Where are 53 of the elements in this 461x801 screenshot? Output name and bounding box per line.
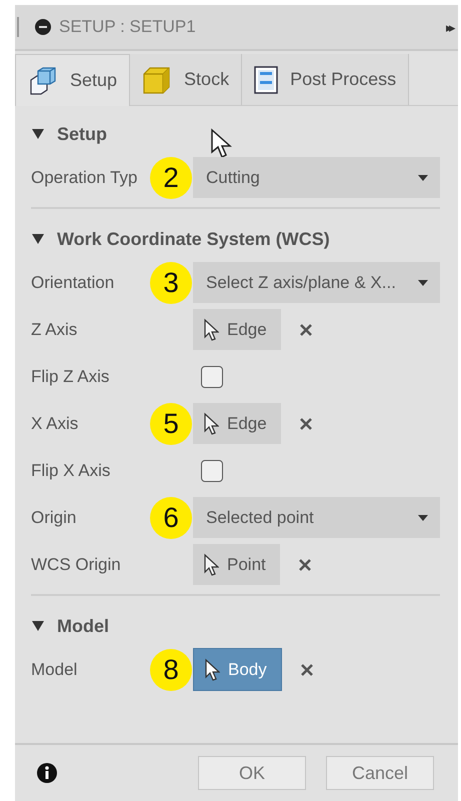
- field-label: Flip Z Axis: [31, 366, 110, 386]
- number-badge: 6: [150, 497, 192, 539]
- tab[interactable]: Setup: [15, 54, 130, 106]
- field-label: Model: [31, 660, 78, 680]
- field-label: Z Axis: [31, 320, 78, 340]
- pointer-icon: [203, 412, 219, 436]
- clear-icon[interactable]: [298, 416, 313, 430]
- gcode-icon: [254, 66, 278, 94]
- section-title: Model: [57, 616, 109, 636]
- section-title: Setup: [57, 124, 108, 144]
- selection-button[interactable]: Edge: [193, 403, 281, 444]
- cube-icon: [142, 64, 172, 94]
- tab[interactable]: Post Process: [242, 54, 410, 105]
- cubes-icon: [28, 66, 58, 96]
- selection-button[interactable]: Edge: [193, 309, 281, 350]
- expand-button[interactable]: ▸▸: [446, 20, 452, 34]
- checkbox[interactable]: [201, 366, 223, 388]
- field-label: Operation Typ: [31, 168, 138, 188]
- ok-button[interactable]: OK: [198, 756, 306, 790]
- clear-icon[interactable]: [298, 322, 313, 336]
- cancel-button[interactable]: Cancel: [326, 756, 434, 790]
- field-label: X Axis: [31, 414, 78, 434]
- tab[interactable]: Stock: [130, 54, 242, 105]
- window-title: SETUP : SETUP1: [59, 17, 197, 37]
- caret-icon: [418, 174, 428, 180]
- number-badge: 3: [150, 262, 192, 304]
- pointer-icon: [203, 318, 219, 342]
- dropdown[interactable]: Selected point: [193, 497, 440, 538]
- selection-button[interactable]: Point: [193, 544, 280, 585]
- collapse-triangle-icon[interactable]: [31, 620, 45, 632]
- clear-icon[interactable]: [300, 662, 314, 676]
- field-label: Orientation: [31, 272, 114, 292]
- section-title: Work Coordinate System (WCS): [57, 228, 330, 250]
- collapse-triangle-icon[interactable]: [31, 128, 45, 140]
- field-label: Flip X Axis: [31, 460, 110, 480]
- pointer-icon: [204, 658, 220, 682]
- info-icon[interactable]: [37, 763, 57, 783]
- dropdown[interactable]: Select Z axis/plane & X...: [193, 262, 440, 303]
- mouse-pointer-icon: [210, 128, 234, 160]
- caret-icon: [418, 514, 428, 520]
- selection-button[interactable]: Body: [193, 648, 282, 691]
- field-label: Origin: [31, 508, 76, 528]
- collapse-triangle-icon[interactable]: [31, 233, 45, 245]
- checkbox[interactable]: [201, 460, 223, 482]
- number-badge: 5: [150, 403, 192, 445]
- pointer-icon: [203, 552, 219, 576]
- dropdown[interactable]: Cutting: [193, 157, 440, 198]
- field-label: WCS Origin: [31, 554, 121, 574]
- collapse-icon[interactable]: [35, 19, 51, 35]
- number-badge: 2: [150, 157, 192, 199]
- caret-icon: [418, 280, 428, 286]
- number-badge: 8: [150, 649, 192, 691]
- clear-icon[interactable]: [298, 558, 312, 572]
